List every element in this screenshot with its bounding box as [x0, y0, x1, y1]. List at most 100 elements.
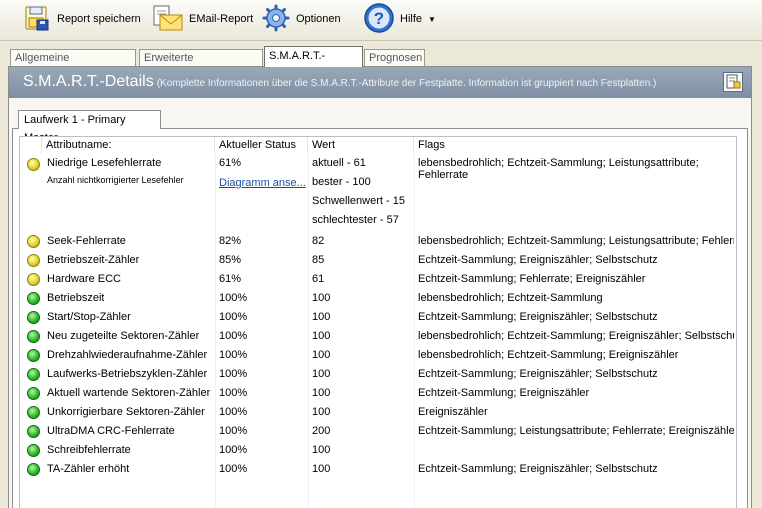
attribute-value: 100	[312, 311, 331, 323]
table-row[interactable]: Start/Stop-Zähler 100% 100 Echtzeit-Sammlun…	[20, 308, 736, 327]
status-indicator-icon	[27, 387, 40, 400]
flags-value: lebensbedrohlich; Echtzeit-Sammlung; Lei…	[418, 157, 699, 181]
report-save-label: Report speichern	[57, 13, 141, 25]
tab-label: Prognosen	[369, 52, 423, 64]
attribute-value: 100	[312, 292, 331, 304]
value-current: aktuell - 61	[312, 157, 366, 169]
attribute-value: 61	[312, 273, 325, 285]
status-value: 61%	[219, 157, 242, 169]
flags-value: Echtzeit-Sammlung; Leistungsattribute; F…	[418, 425, 734, 437]
attribute-name: Drehzahlwiederaufnahme-Zähler	[47, 349, 208, 361]
tab-general-info[interactable]: Allgemeine Informationen	[10, 49, 136, 81]
flags-value: lebensbedrohlich; Echtzeit-Sammlung	[418, 292, 603, 304]
attribute-description: Anzahl nichtkorrigierter Lesefehler	[47, 175, 184, 185]
table-row[interactable]: Betriebszeit-Zähler 85% 85 Echtzeit-Sammlun…	[20, 251, 736, 270]
attribute-value: 100	[312, 444, 331, 456]
header-title-text: S.M.A.R.T.-Details	[23, 73, 154, 90]
report-save-button[interactable]: Report speichern	[22, 4, 141, 34]
help-button[interactable]: ? Hilfe ▼	[363, 2, 436, 37]
status-indicator-icon	[27, 330, 40, 343]
options-label: Optionen	[296, 13, 341, 25]
attribute-name: Aktuell wartende Sektoren-Zähler	[47, 387, 211, 399]
table-row[interactable]: Niedrige Lesefehlerrate Anzahl nichtkorr…	[20, 155, 736, 230]
status-value: 100%	[219, 368, 248, 380]
flags-value: lebensbedrohlich; Echtzeit-Sammlung; Ere…	[418, 349, 679, 361]
svg-text:?: ?	[374, 9, 384, 28]
attribute-name: Betriebszeit-Zähler	[47, 254, 140, 266]
column-header-value[interactable]: Wert	[308, 137, 414, 154]
status-value: 100%	[219, 330, 248, 342]
status-indicator-icon	[27, 425, 40, 438]
flags-value: Echtzeit-Sammlung; Ereigniszähler; Selbs…	[418, 254, 658, 266]
status-indicator-icon	[27, 406, 40, 419]
column-header-status[interactable]: Aktueller Status	[215, 137, 308, 154]
save-report-icon	[22, 3, 52, 36]
status-value: 100%	[219, 463, 248, 475]
table-row[interactable]: UltraDMA CRC-Fehlerrate 100% 200 Echtzeit-S…	[20, 422, 736, 441]
table-row[interactable]: TA-Zähler erhöht 100% 100 Echtzeit-Sammlung…	[20, 460, 736, 479]
attribute-value: 85	[312, 254, 325, 266]
attribute-name: Seek-Fehlerrate	[47, 235, 126, 247]
table-row[interactable]: Schreibfehlerrate 100% 100	[20, 441, 736, 460]
help-icon: ?	[363, 2, 395, 37]
status-value: 100%	[219, 311, 248, 323]
table-row[interactable]: Neu zugeteilte Sektoren-Zähler 100% 100 leb…	[20, 327, 736, 346]
status-value: 82%	[219, 235, 242, 247]
tab-extended-info[interactable]: Erweiterte Informationen	[139, 49, 263, 81]
table-row[interactable]: Betriebszeit 100% 100 lebensbedrohlich; Ech…	[20, 289, 736, 308]
table-row[interactable]: Seek-Fehlerrate 82% 82 lebensbedrohlich; Ec…	[20, 232, 736, 251]
attribute-name: Schreibfehlerrate	[47, 444, 131, 456]
drive-tab[interactable]: Laufwerk 1 - Primary Master	[18, 110, 161, 144]
status-value: 100%	[219, 387, 248, 399]
flags-value: Echtzeit-Sammlung; Ereigniszähler	[418, 387, 590, 399]
status-indicator-icon	[27, 158, 40, 171]
attribute-value: 100	[312, 463, 331, 475]
table-row[interactable]: Aktuell wartende Sektoren-Zähler 100% 100 E…	[20, 384, 736, 403]
attribute-name: Neu zugeteilte Sektoren-Zähler	[47, 330, 200, 342]
attribute-value: 82	[312, 235, 325, 247]
status-indicator-icon	[27, 292, 40, 305]
flags-value: Ereigniszähler	[418, 406, 488, 418]
attribute-name: Start/Stop-Zähler	[47, 311, 131, 323]
status-indicator-icon	[27, 235, 40, 248]
smart-table: Attributname: Aktueller Status Wert Flag…	[19, 136, 737, 508]
flags-value: Echtzeit-Sammlung; Ereigniszähler; Selbs…	[418, 368, 658, 380]
status-indicator-icon	[27, 368, 40, 381]
toolbar: Report speichern EMail-Report Optionen ?…	[0, 0, 762, 41]
status-value: 100%	[219, 425, 248, 437]
export-icon[interactable]	[723, 72, 743, 92]
options-button[interactable]: Optionen	[261, 4, 341, 34]
email-report-icon	[152, 3, 184, 36]
value-worst: schlechtester - 57	[312, 214, 399, 226]
attribute-name: Unkorrigierbare Sektoren-Zähler	[47, 406, 205, 418]
attribute-value: 100	[312, 368, 331, 380]
diagram-link[interactable]: Diagramm anse...	[219, 177, 306, 189]
status-value: 100%	[219, 349, 248, 361]
header-subtitle: (Komplette Informationen über die S.M.A.…	[156, 78, 657, 89]
attribute-value: 100	[312, 406, 331, 418]
attribute-value: 100	[312, 387, 331, 399]
chevron-down-icon: ▼	[428, 14, 436, 24]
table-row[interactable]: Hardware ECC 61% 61 Echtzeit-Sammlung; Fehl…	[20, 270, 736, 289]
help-label: Hilfe	[400, 13, 423, 25]
table-row[interactable]: Laufwerks-Betriebszyklen-Zähler 100% 100 Ec…	[20, 365, 736, 384]
table-row[interactable]: Unkorrigierbare Sektoren-Zähler 100% 100 Er…	[20, 403, 736, 422]
table-row[interactable]: Drehzahlwiederaufnahme-Zähler 100% 100 lebe…	[20, 346, 736, 365]
attribute-value: 100	[312, 349, 331, 361]
column-header-attribute[interactable]: Attributname:	[42, 137, 215, 154]
status-indicator-icon	[27, 463, 40, 476]
status-indicator-icon	[27, 349, 40, 362]
flags-value: Echtzeit-Sammlung; Ereigniszähler; Selbs…	[418, 311, 658, 323]
email-report-button[interactable]: EMail-Report	[152, 4, 253, 34]
gear-icon	[261, 3, 291, 36]
column-header-status-icon[interactable]	[20, 137, 42, 154]
value-best: bester - 100	[312, 176, 371, 188]
page-title: S.M.A.R.T.-Details (Komplette Information…	[23, 73, 656, 91]
flags-value: Echtzeit-Sammlung; Fehlerrate; Ereignisz…	[418, 273, 646, 285]
tab-smart-details[interactable]: S.M.A.R.T.-Details	[264, 46, 363, 81]
flags-value: Echtzeit-Sammlung; Ereigniszähler; Selbs…	[418, 463, 658, 475]
flags-value: lebensbedrohlich; Echtzeit-Sammlung; Lei…	[418, 235, 734, 247]
column-header-flags[interactable]: Flags	[414, 137, 736, 154]
status-indicator-icon	[27, 311, 40, 324]
tab-forecasts[interactable]: Prognosen	[364, 49, 425, 66]
